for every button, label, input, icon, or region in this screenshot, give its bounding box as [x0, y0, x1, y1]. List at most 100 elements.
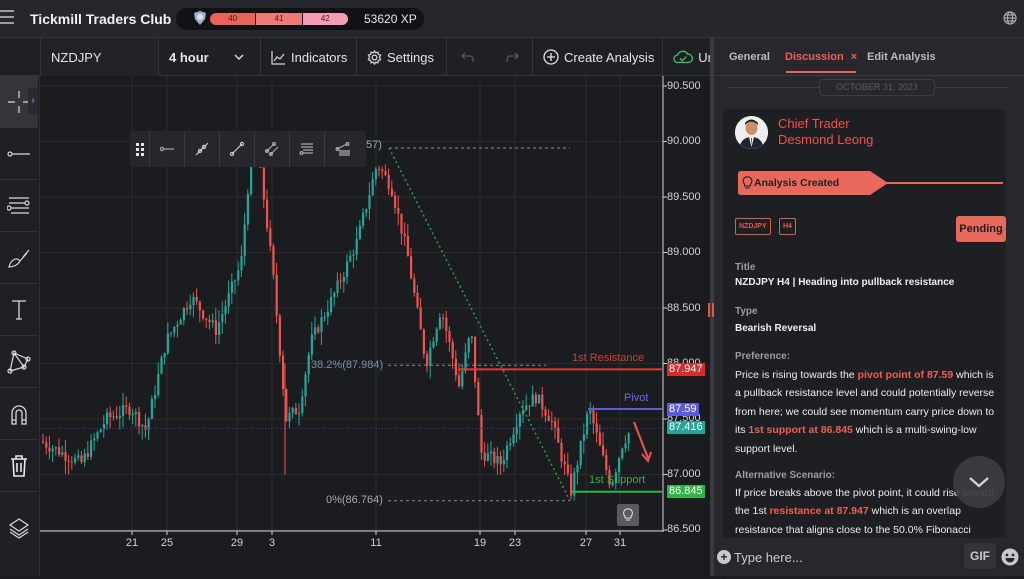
candle-body — [128, 406, 131, 415]
undo-icon[interactable] — [461, 51, 475, 63]
candle-body — [509, 443, 512, 446]
chevron-down-icon — [969, 477, 989, 488]
add-attachment-icon[interactable]: + — [717, 550, 731, 564]
candle-body — [166, 333, 169, 354]
candle-body — [560, 442, 563, 462]
analysis-panel: General Discussion × Edit Analysis OCTOB… — [714, 38, 1024, 579]
candle-body — [362, 212, 365, 226]
candle-body — [150, 399, 153, 419]
undo-redo-group — [446, 38, 532, 76]
idea-button[interactable] — [617, 504, 639, 526]
crosshair-tool[interactable]: › — [0, 76, 38, 128]
price-tick: 90.000 — [667, 135, 701, 147]
candle-body — [240, 255, 243, 271]
gif-button[interactable]: GIF — [964, 543, 996, 569]
candle-body — [403, 233, 406, 236]
extended-line-icon — [195, 142, 209, 156]
candle-body — [317, 327, 320, 333]
candle-body — [499, 455, 502, 465]
candle-body — [576, 464, 579, 473]
cloud-check-icon — [673, 50, 694, 64]
candle-body — [230, 281, 233, 293]
candle-body — [387, 174, 390, 189]
settings-button[interactable]: Settings — [356, 38, 446, 76]
plus-circle-icon — [543, 49, 559, 65]
extended-line-tool[interactable] — [185, 131, 220, 167]
candle-body — [221, 314, 224, 323]
chart-toolbar: NZDJPY 4 hour Indicators Settings Create… — [0, 38, 712, 76]
candle-body — [275, 274, 278, 316]
fib-fan-tool[interactable] — [325, 131, 360, 167]
pivot-label: Pivot — [624, 392, 649, 404]
pattern-tool[interactable] — [0, 336, 38, 388]
candle-body — [480, 415, 483, 453]
horizontal-ray-icon — [159, 146, 174, 152]
tab-edit-analysis[interactable]: Edit Analysis — [867, 51, 936, 63]
message-input[interactable] — [734, 546, 964, 568]
date-tick: 25 — [160, 537, 174, 549]
indicators-button[interactable]: Indicators — [260, 38, 356, 76]
globe-icon[interactable] — [1003, 11, 1017, 25]
candle-body — [541, 394, 544, 410]
candle-body — [438, 317, 441, 330]
type-label: Type — [735, 306, 758, 317]
scroll-down-button[interactable] — [953, 456, 1005, 508]
author-name[interactable]: Desmond Leong — [778, 132, 873, 147]
candle-body — [506, 445, 509, 461]
candle-body — [432, 341, 435, 348]
create-analysis-button[interactable]: Create Analysis — [532, 38, 662, 76]
candle-body — [474, 336, 477, 382]
candle-body — [67, 460, 70, 462]
candle-body — [534, 394, 537, 404]
fib-retracement-tool[interactable] — [290, 131, 325, 167]
delete-tool[interactable] — [0, 440, 38, 492]
redo-icon[interactable] — [505, 51, 519, 63]
close-icon[interactable]: × — [851, 51, 857, 63]
candle-body — [579, 440, 582, 465]
horizontal-line-tool[interactable] — [0, 128, 38, 180]
candle-body — [234, 280, 237, 282]
candle-body — [278, 315, 281, 356]
price-chart[interactable]: 90.500 90.000 89.500 89.000 88.500 88.00… — [40, 76, 712, 576]
candle-body — [115, 416, 118, 418]
analysis-message-card: Chief Trader Desmond Leong Analysis Crea… — [723, 109, 1006, 579]
upload-button[interactable]: Ur — [662, 38, 712, 76]
trend-line-tool[interactable] — [220, 131, 255, 167]
brush-tool[interactable] — [0, 232, 38, 284]
candle-body — [45, 442, 48, 448]
price-tick: 86.500 — [667, 523, 701, 535]
parallel-channel-tool[interactable] — [255, 131, 290, 167]
menu-icon[interactable] — [0, 10, 14, 26]
chevron-down-icon — [234, 54, 244, 61]
candle-body — [477, 381, 480, 416]
candle-body — [214, 320, 217, 335]
magnet-icon — [11, 404, 27, 425]
layers-tool[interactable] — [0, 492, 38, 564]
tab-general[interactable]: General — [729, 51, 770, 63]
horizontal-line-icon — [7, 150, 30, 157]
emoji-icon[interactable] — [1001, 548, 1019, 566]
candle-body — [538, 394, 541, 404]
interval-dropdown[interactable]: 4 hour — [158, 38, 260, 76]
fib-fan-icon — [335, 142, 350, 156]
symbol-selector[interactable]: NZDJPY — [40, 38, 158, 76]
brush-icon — [8, 249, 30, 268]
expand-tools-arrow[interactable]: › — [28, 88, 38, 114]
pivot-highlight: pivot point of 87.59 — [857, 369, 954, 381]
candle-body — [58, 447, 61, 455]
horizontal-ray-tool[interactable] — [150, 131, 185, 167]
xp-level-bar: 40 41 42 — [210, 13, 348, 25]
candle-body — [86, 453, 89, 457]
candle-body — [326, 311, 329, 317]
candle-body — [544, 409, 547, 416]
candle-body — [189, 304, 192, 310]
drag-handle[interactable] — [130, 131, 150, 167]
fib-levels-tool[interactable] — [0, 180, 38, 232]
date-tick: 3 — [268, 537, 276, 549]
gear-icon — [367, 49, 382, 65]
tab-discussion[interactable]: Discussion × — [785, 51, 857, 63]
magnet-tool[interactable] — [0, 388, 38, 440]
pattern-icon — [7, 349, 31, 374]
text-tool[interactable] — [0, 284, 38, 336]
layers-icon — [8, 518, 30, 539]
